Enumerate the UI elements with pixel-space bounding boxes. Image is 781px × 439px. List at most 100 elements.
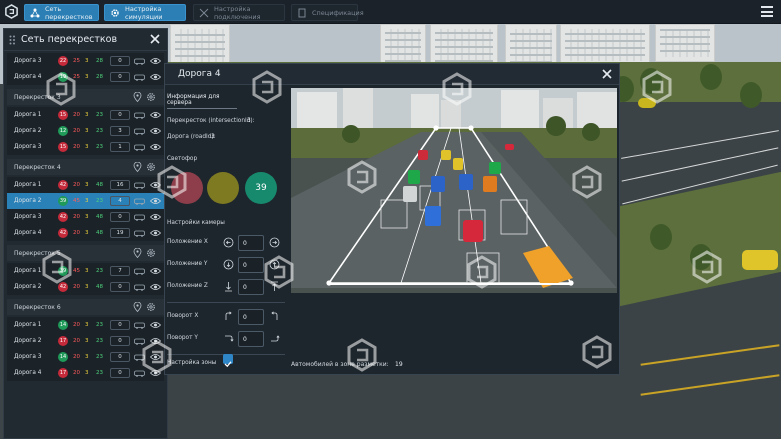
road-row[interactable]: Дорога 3 15 20 3 23 1 — [7, 139, 164, 155]
network-button[interactable]: Сеть перекрестков — [24, 4, 99, 21]
road-name: Дорога 2 — [14, 284, 42, 290]
eye-icon[interactable] — [149, 111, 162, 119]
yellow-duration: 3 — [85, 370, 89, 376]
simulation-settings-button[interactable]: Настройка симуляции — [104, 4, 186, 21]
rotation-y-input[interactable]: 0 — [238, 331, 264, 347]
car-count-field[interactable]: 1 — [110, 142, 130, 152]
eye-icon[interactable] — [149, 353, 162, 361]
arrow-bottom-icon[interactable] — [223, 281, 234, 292]
car-count-field[interactable]: 0 — [110, 336, 130, 346]
car-count-field[interactable]: 7 — [110, 266, 130, 276]
arrow-up-icon[interactable] — [269, 259, 280, 270]
eye-icon[interactable] — [149, 213, 162, 221]
location-pin-icon[interactable] — [133, 301, 142, 313]
intersection-header[interactable]: Перекресток 6 — [7, 299, 164, 315]
rotation-x-input[interactable]: 0 — [238, 309, 264, 325]
car-count-field[interactable]: 0 — [110, 320, 130, 330]
car-count-field[interactable]: 0 — [110, 56, 130, 66]
road-row[interactable]: Дорога 1 15 20 3 23 0 — [7, 107, 164, 123]
close-icon[interactable] — [149, 33, 161, 45]
eye-icon[interactable] — [149, 267, 162, 275]
eye-icon[interactable] — [149, 127, 162, 135]
location-pin-icon[interactable] — [133, 161, 142, 173]
zone-settings-checkbox[interactable] — [223, 354, 233, 368]
eye-icon[interactable] — [149, 57, 162, 65]
top-toolbar: Сеть перекрестков Настройка симуляции На… — [0, 0, 781, 24]
red-duration: 20 — [73, 144, 80, 150]
eye-icon[interactable] — [149, 229, 162, 237]
intersection-group: Дорога 1 14 20 3 23 0 Дорога 2 17 20 3 23 0 Дорога 3… — [7, 317, 164, 381]
car-count-field[interactable]: 0 — [110, 352, 130, 362]
rotate-left-icon[interactable] — [223, 311, 234, 322]
rotate-down-icon[interactable] — [223, 333, 234, 344]
arrow-top-icon[interactable] — [269, 281, 280, 292]
green-duration: 23 — [96, 354, 103, 360]
car-count-field[interactable]: 0 — [110, 72, 130, 82]
eye-icon[interactable] — [149, 283, 162, 291]
road-row[interactable]: Дорога 1 42 20 3 48 16 — [7, 177, 164, 193]
road-row[interactable]: Дорога 3 14 20 3 23 0 — [7, 349, 164, 365]
intersection-header[interactable]: Перекресток 3 — [7, 89, 164, 105]
rotate-right-icon[interactable] — [269, 311, 280, 322]
rotation-x-control: Поворот X 0 — [165, 308, 289, 326]
rotation-y-control: Поворот Y 0 — [165, 330, 289, 348]
road-row[interactable]: Дорога 1 39 45 3 23 7 — [7, 263, 164, 279]
road-row[interactable]: Дорога 3 42 20 3 48 0 — [7, 209, 164, 225]
road-row[interactable]: Дорога 4 19 25 3 28 0 — [7, 69, 164, 85]
eye-icon[interactable] — [149, 197, 162, 205]
gear-icon[interactable] — [146, 248, 156, 258]
road-name: Дорога 3 — [14, 214, 42, 220]
road-row[interactable]: Дорога 4 17 20 3 23 0 — [7, 365, 164, 381]
car-count-field[interactable]: 16 — [110, 180, 130, 190]
road-row[interactable]: Дорога 2 17 20 3 23 0 — [7, 333, 164, 349]
position-x-input[interactable]: 0 — [238, 235, 264, 251]
close-icon[interactable] — [601, 68, 613, 80]
location-pin-icon[interactable] — [133, 247, 142, 259]
road-row[interactable]: Дорога 2 42 20 3 48 0 — [7, 279, 164, 295]
car-count-field[interactable]: 0 — [110, 110, 130, 120]
position-y-input[interactable]: 0 — [238, 257, 264, 273]
gear-icon[interactable] — [146, 92, 156, 102]
gear-icon[interactable] — [146, 302, 156, 312]
intersection-header[interactable]: Перекресток 5 — [7, 245, 164, 261]
car-count-field[interactable]: 4 — [110, 196, 130, 206]
check-icon — [224, 361, 232, 368]
hamburger-menu-button[interactable] — [761, 6, 773, 17]
server-info-tab[interactable]: Информация для сервера — [167, 94, 237, 109]
car-count-field[interactable]: 0 — [110, 212, 130, 222]
road-row[interactable]: Дорога 2 39 45 3 23 4 — [7, 193, 164, 209]
intersection-header[interactable]: Перекресток 4 — [7, 159, 164, 175]
position-y-control: Положение Y 0 — [165, 256, 289, 274]
car-icon — [134, 73, 145, 81]
rotate-up-icon[interactable] — [269, 333, 280, 344]
tree — [690, 244, 712, 270]
camera-view[interactable] — [291, 88, 617, 293]
arrow-down-icon[interactable] — [223, 259, 234, 270]
road-row[interactable]: Дорога 1 14 20 3 23 0 — [7, 317, 164, 333]
specification-button[interactable]: Спецификация — [291, 4, 364, 21]
road-row[interactable]: Дорога 2 12 20 3 23 3 — [7, 123, 164, 139]
car-count-field[interactable]: 3 — [110, 126, 130, 136]
car-count-field[interactable]: 0 — [110, 282, 130, 292]
eye-icon[interactable] — [149, 369, 162, 377]
yellow-duration: 3 — [85, 128, 89, 134]
location-pin-icon[interactable] — [133, 91, 142, 103]
position-z-input[interactable]: 0 — [238, 279, 264, 295]
drag-handle-icon[interactable] — [9, 35, 16, 45]
eye-icon[interactable] — [149, 73, 162, 81]
eye-icon[interactable] — [149, 143, 162, 151]
connection-settings-button[interactable]: Настройка подключения — [193, 4, 285, 21]
road-name: Дорога 3 — [14, 354, 42, 360]
yellow-duration: 3 — [85, 198, 89, 204]
cars-in-zone-value: 19 — [395, 361, 403, 368]
eye-icon[interactable] — [149, 337, 162, 345]
road-row[interactable]: Дорога 3 22 25 3 28 0 — [7, 53, 164, 69]
arrow-right-icon[interactable] — [269, 237, 280, 248]
car-count-field[interactable]: 0 — [110, 368, 130, 378]
car-count-field[interactable]: 19 — [110, 228, 130, 238]
arrow-left-icon[interactable] — [223, 237, 234, 248]
gear-icon[interactable] — [146, 162, 156, 172]
road-row[interactable]: Дорога 4 42 20 3 48 19 — [7, 225, 164, 241]
eye-icon[interactable] — [149, 181, 162, 189]
eye-icon[interactable] — [149, 321, 162, 329]
